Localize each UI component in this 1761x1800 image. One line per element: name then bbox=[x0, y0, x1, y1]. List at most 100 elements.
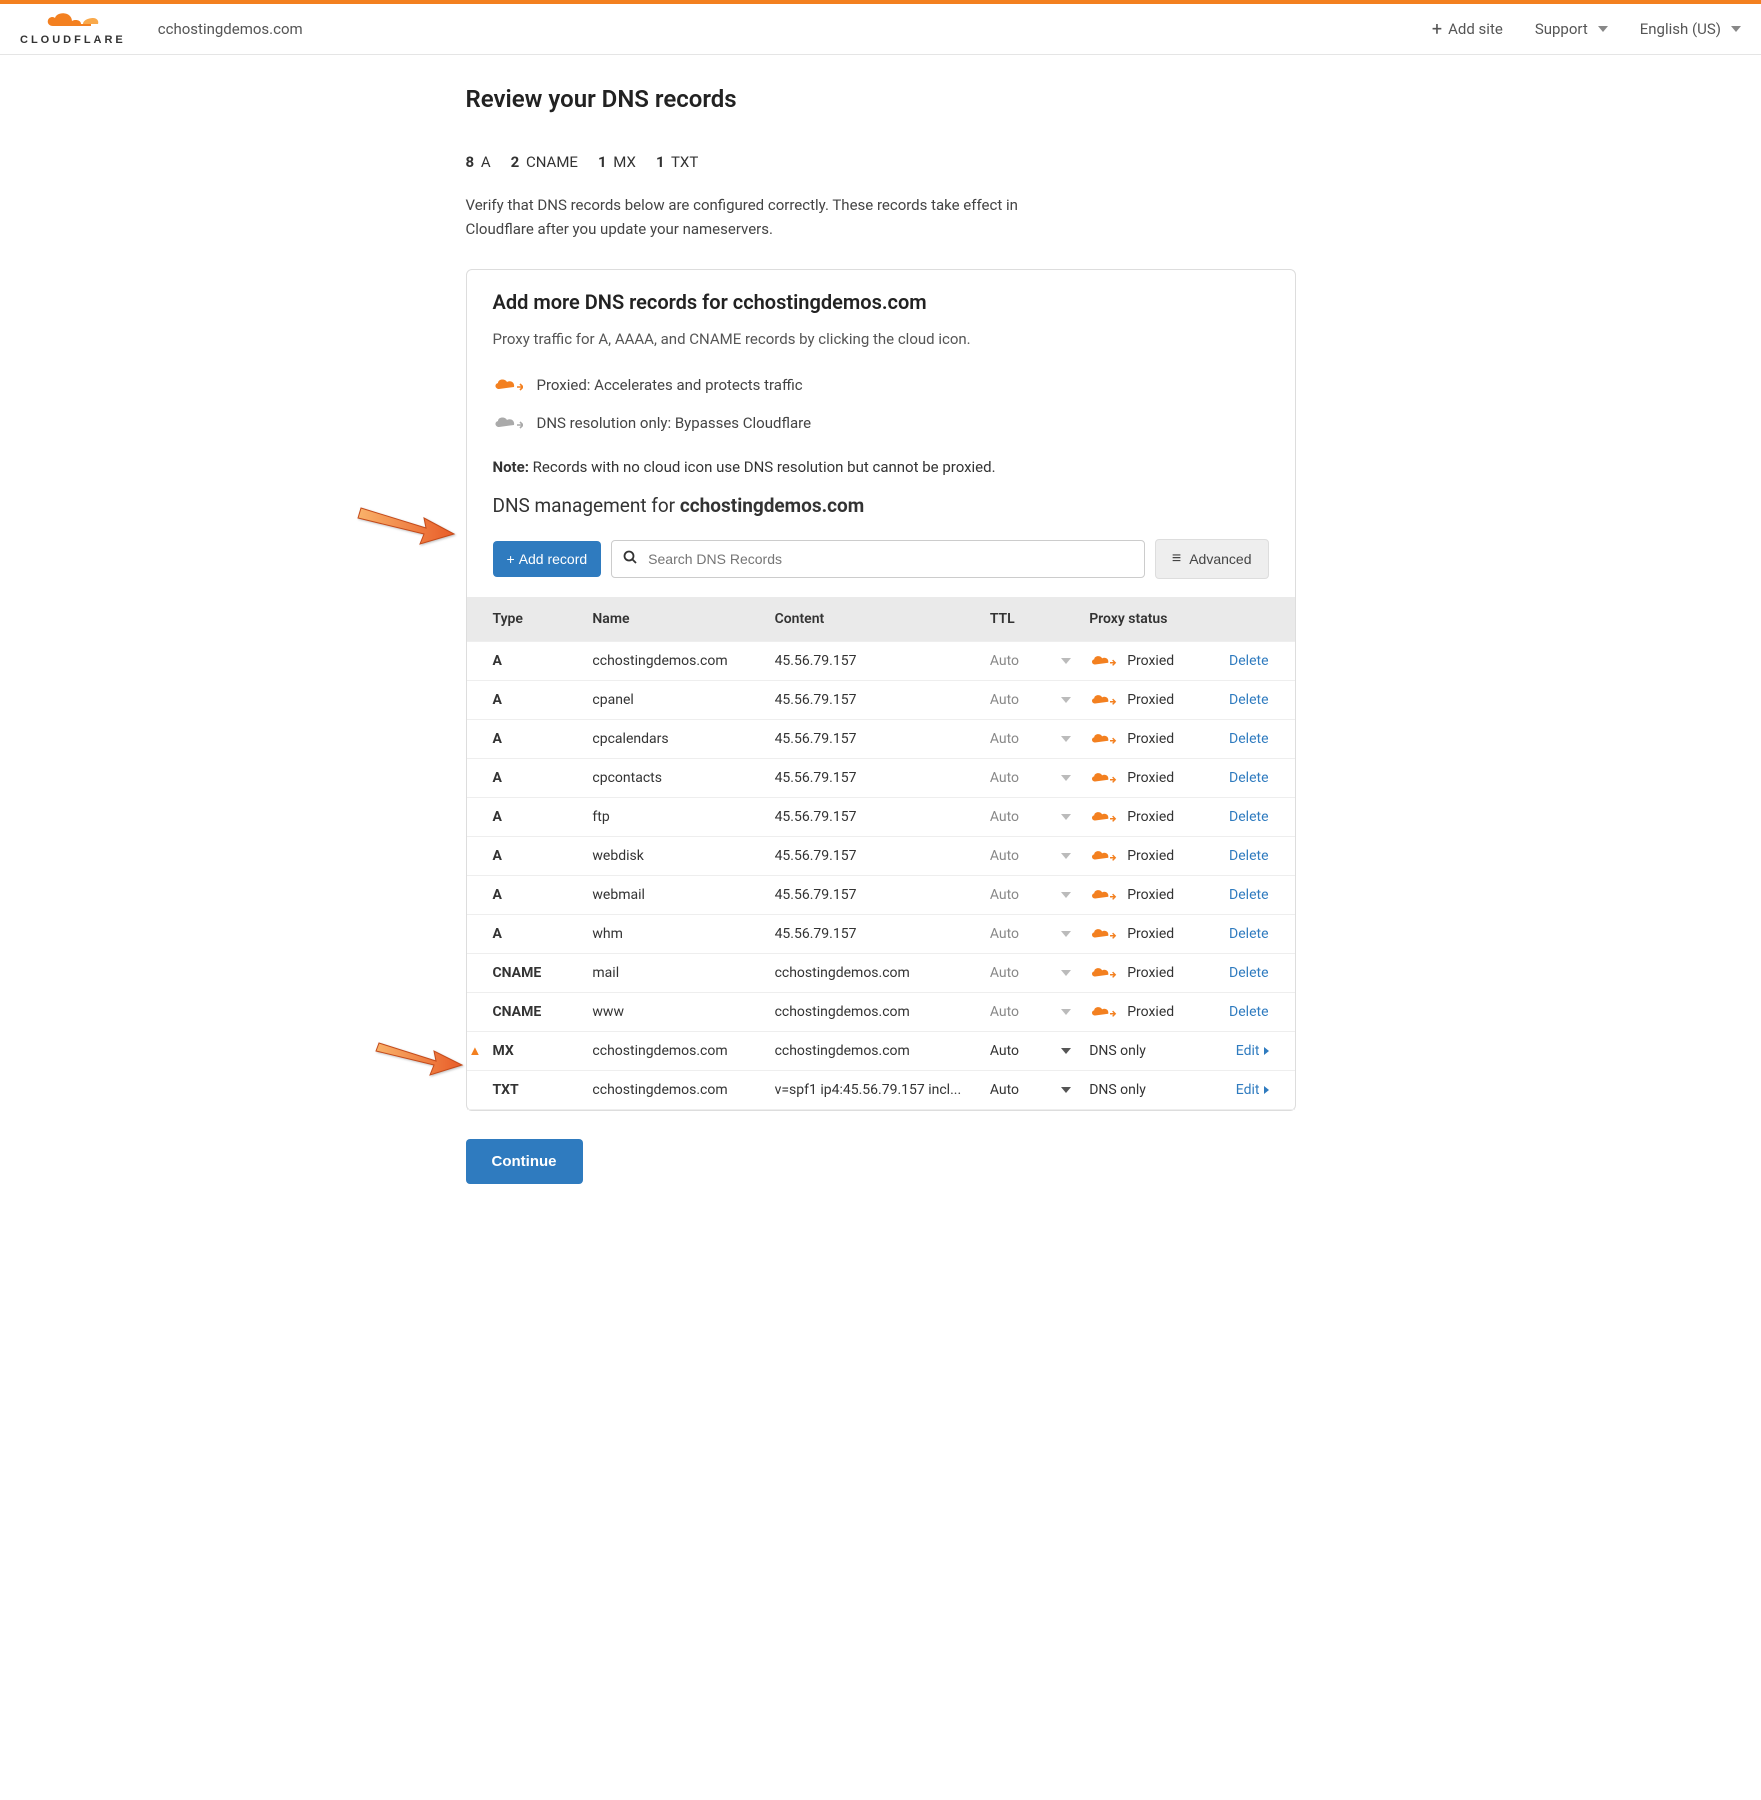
cell-proxy: Proxied bbox=[1079, 954, 1211, 993]
proxy-status-text: DNS only bbox=[1089, 1082, 1146, 1098]
proxied-cloud-icon[interactable] bbox=[1089, 771, 1117, 785]
cell-proxy: Proxied bbox=[1079, 993, 1211, 1032]
ttl-select[interactable]: Auto bbox=[980, 798, 1079, 837]
cloudflare-logo[interactable]: CLOUDFLARE bbox=[20, 12, 126, 46]
proxied-cloud-icon[interactable] bbox=[1089, 888, 1117, 902]
table-row[interactable]: ▲MXcchostingdemos.comcchostingdemos.comA… bbox=[467, 1032, 1295, 1071]
ttl-select[interactable]: Auto bbox=[980, 915, 1079, 954]
delete-link[interactable]: Delete bbox=[1229, 926, 1268, 942]
table-row[interactable]: Acpcontacts45.56.79.157AutoProxiedDelete bbox=[467, 759, 1295, 798]
proxied-cloud-icon[interactable] bbox=[1089, 732, 1117, 746]
col-name: Name bbox=[582, 597, 764, 642]
ttl-select[interactable]: Auto bbox=[980, 642, 1079, 681]
proxied-cloud-icon[interactable] bbox=[1089, 1005, 1117, 1019]
cell-content: 45.56.79.157 bbox=[765, 720, 980, 759]
ttl-select[interactable]: Auto bbox=[980, 876, 1079, 915]
delete-link[interactable]: Delete bbox=[1229, 653, 1268, 669]
proxy-status-text: Proxied bbox=[1127, 809, 1174, 825]
chevron-down-icon bbox=[1061, 697, 1071, 703]
language-select[interactable]: English (US) bbox=[1640, 20, 1741, 38]
support-link[interactable]: Support bbox=[1535, 20, 1608, 38]
add-site-label: Add site bbox=[1448, 20, 1503, 38]
summary-item: 8 A bbox=[466, 153, 491, 171]
proxied-cloud-icon[interactable] bbox=[1089, 654, 1117, 668]
cell-name: cchostingdemos.com bbox=[582, 1032, 764, 1071]
plus-icon: + bbox=[1432, 19, 1442, 40]
cell-name: cchostingdemos.com bbox=[582, 642, 764, 681]
advanced-label: Advanced bbox=[1189, 551, 1251, 567]
chevron-down-icon bbox=[1061, 853, 1071, 859]
delete-link[interactable]: Delete bbox=[1229, 731, 1268, 747]
search-icon bbox=[623, 550, 637, 568]
delete-link[interactable]: Delete bbox=[1229, 848, 1268, 864]
delete-link[interactable]: Delete bbox=[1229, 1004, 1268, 1020]
delete-link[interactable]: Delete bbox=[1229, 809, 1268, 825]
proxied-cloud-icon[interactable] bbox=[1089, 849, 1117, 863]
ttl-select[interactable]: Auto bbox=[980, 993, 1079, 1032]
table-row[interactable]: Awhm45.56.79.157AutoProxiedDelete bbox=[467, 915, 1295, 954]
logo-text: CLOUDFLARE bbox=[20, 34, 126, 46]
language-label: English (US) bbox=[1640, 20, 1721, 38]
ttl-select[interactable]: Auto bbox=[980, 954, 1079, 993]
table-row[interactable]: Aftp45.56.79.157AutoProxiedDelete bbox=[467, 798, 1295, 837]
table-row[interactable]: Acpcalendars45.56.79.157Auto Proxied Delet… bbox=[467, 720, 1295, 759]
delete-link[interactable]: Delete bbox=[1229, 692, 1268, 708]
proxy-status-text: Proxied bbox=[1127, 848, 1174, 864]
cell-name: whm bbox=[582, 915, 764, 954]
proxy-status-text: Proxied bbox=[1127, 770, 1174, 786]
proxied-cloud-icon[interactable] bbox=[1089, 966, 1117, 980]
table-row[interactable]: Awebdisk45.56.79.157AutoProxiedDelete bbox=[467, 837, 1295, 876]
ttl-select[interactable]: Auto bbox=[980, 759, 1079, 798]
ttl-select[interactable]: Auto bbox=[980, 681, 1079, 720]
table-row[interactable]: Acpanel45.56.79.157AutoProxiedDelete bbox=[467, 681, 1295, 720]
support-label: Support bbox=[1535, 20, 1588, 38]
cell-proxy: DNS only bbox=[1079, 1071, 1211, 1110]
dns-only-cloud-icon bbox=[493, 415, 523, 431]
cell-content: 45.56.79.157 bbox=[765, 642, 980, 681]
table-row[interactable]: CNAMEwwwcchostingdemos.comAutoProxiedDel… bbox=[467, 993, 1295, 1032]
add-site-link[interactable]: + Add site bbox=[1432, 19, 1503, 40]
advanced-button[interactable]: Advanced bbox=[1155, 539, 1269, 579]
proxy-status-text: Proxied bbox=[1127, 731, 1174, 747]
header: CLOUDFLARE cchostingdemos.com + Add site… bbox=[0, 4, 1761, 55]
table-row[interactable]: Acchostingdemos.com45.56.79.157AutoProxi… bbox=[467, 642, 1295, 681]
cell-type: ▲MX bbox=[467, 1032, 583, 1071]
cloud-icon bbox=[45, 12, 101, 32]
search-input[interactable] bbox=[611, 540, 1145, 578]
ttl-select[interactable]: Auto bbox=[980, 1032, 1079, 1071]
summary-item: 2 CNAME bbox=[511, 153, 578, 171]
ttl-select[interactable]: Auto bbox=[980, 720, 1079, 759]
cell-proxy: Proxied bbox=[1079, 876, 1211, 915]
table-header-row: Type Name Content TTL Proxy status bbox=[467, 597, 1295, 642]
cell-name: mail bbox=[582, 954, 764, 993]
panel-heading: Add more DNS records for cchostingdemos.… bbox=[493, 290, 1269, 314]
cell-content: v=spf1 ip4:45.56.79.157 incl... bbox=[765, 1071, 980, 1110]
delete-link[interactable]: Delete bbox=[1229, 770, 1268, 786]
edit-link[interactable]: Edit bbox=[1236, 1043, 1260, 1059]
ttl-select[interactable]: Auto bbox=[980, 837, 1079, 876]
cell-type: A bbox=[467, 876, 583, 915]
cell-proxy: Proxied bbox=[1079, 642, 1211, 681]
proxied-cloud-icon[interactable] bbox=[1089, 927, 1117, 941]
domain-label[interactable]: cchostingdemos.com bbox=[158, 20, 303, 38]
cell-content: 45.56.79.157 bbox=[765, 837, 980, 876]
proxied-cloud-icon[interactable] bbox=[1089, 810, 1117, 824]
edit-link[interactable]: Edit bbox=[1236, 1082, 1260, 1098]
cell-content: 45.56.79.157 bbox=[765, 798, 980, 837]
delete-link[interactable]: Delete bbox=[1229, 887, 1268, 903]
chevron-down-icon bbox=[1731, 26, 1741, 32]
cell-name: cpcalendars bbox=[582, 720, 764, 759]
continue-button[interactable]: Continue bbox=[466, 1139, 583, 1184]
legend-proxied-text: Proxied: Accelerates and protects traffi… bbox=[537, 376, 803, 394]
add-record-button[interactable]: +Add record bbox=[493, 541, 602, 577]
chevron-down-icon bbox=[1061, 892, 1071, 898]
ttl-select[interactable]: Auto bbox=[980, 1071, 1079, 1110]
delete-link[interactable]: Delete bbox=[1229, 965, 1268, 981]
cell-type: A bbox=[467, 720, 583, 759]
table-row[interactable]: Awebmail45.56.79.157AutoProxiedDelete bbox=[467, 876, 1295, 915]
proxied-cloud-icon[interactable] bbox=[1089, 693, 1117, 707]
table-row[interactable]: CNAMEmailcchostingdemos.comAutoProxiedDe… bbox=[467, 954, 1295, 993]
table-row[interactable]: TXTcchostingdemos.comv=spf1 ip4:45.56.79… bbox=[467, 1071, 1295, 1110]
summary-item: 1 MX bbox=[598, 153, 636, 171]
chevron-down-icon bbox=[1061, 775, 1071, 781]
